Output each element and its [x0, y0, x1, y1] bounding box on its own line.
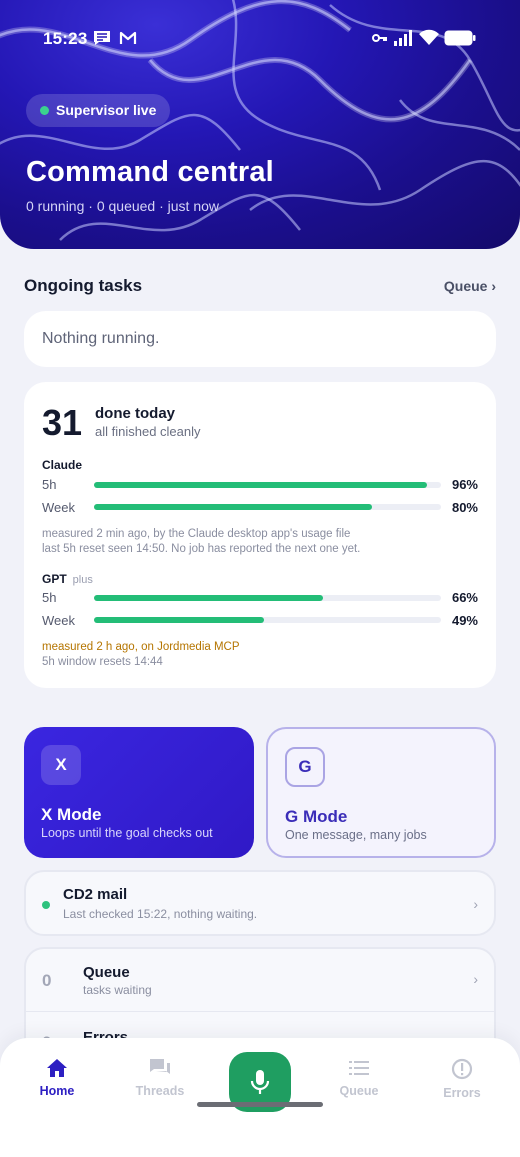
live-dot: [40, 106, 49, 115]
claude-5h-percent: 96%: [451, 477, 478, 492]
claude-week-fill: [94, 504, 372, 510]
nav-errors[interactable]: Errors: [417, 1058, 507, 1100]
g-mode-button[interactable]: G G Mode One message, many jobs: [266, 727, 496, 858]
claude-week-label: Week: [42, 500, 75, 515]
x-mode-button[interactable]: X X Mode Loops until the goal checks out: [24, 727, 254, 858]
gpt-usage-heading: GPT plus: [42, 572, 93, 586]
message-icon: [94, 31, 110, 45]
mail-title: CD2 mail: [63, 886, 128, 903]
gpt-week-bar: [94, 617, 441, 623]
g-mode-subtitle: One message, many jobs: [285, 828, 427, 842]
claude-5h-label: 5h: [42, 477, 57, 492]
divider: [26, 1011, 494, 1012]
nav-errors-label: Errors: [443, 1086, 481, 1100]
gpt-5h-percent: 66%: [451, 590, 478, 605]
gpt-note-line2: 5h window resets 14:44: [42, 656, 163, 668]
done-today-subtitle: all finished cleanly: [95, 424, 201, 439]
hero-header: 15:23 Supervisor live Command central 0 …: [0, 0, 520, 249]
nav-queue-label: Queue: [339, 1084, 379, 1098]
nav-threads-label: Threads: [135, 1084, 185, 1098]
nav-queue[interactable]: Queue: [314, 1058, 404, 1098]
queue-count: 0: [42, 971, 52, 990]
nav-threads[interactable]: Threads: [115, 1058, 205, 1098]
gpt-week-fill: [94, 617, 265, 623]
home-icon: [47, 1059, 67, 1077]
claude-week-percent: 80%: [451, 500, 478, 515]
done-today-label: done today: [95, 405, 176, 422]
gpt-5h-label: 5h: [42, 590, 57, 605]
microphone-icon: [250, 1070, 270, 1094]
queue-row-subtitle: tasks waiting: [83, 983, 152, 997]
claude-note-line2: last 5h reset seen 14:50. No job has rep…: [42, 543, 361, 555]
nav-home[interactable]: Home: [12, 1058, 102, 1098]
chevron-right-icon[interactable]: ›: [473, 971, 478, 987]
gmail-icon: [119, 31, 137, 44]
ongoing-tasks-heading: Ongoing tasks: [24, 276, 143, 295]
x-mode-title: X Mode: [41, 805, 102, 824]
gpt-week-label: Week: [42, 613, 75, 628]
home-indicator: [197, 1102, 323, 1107]
supervisor-status-pill: Supervisor live: [26, 94, 171, 127]
threads-icon: [150, 1059, 170, 1074]
bottom-navigation: Home Threads Queue Errors: [0, 1038, 520, 1157]
ongoing-empty-card: Nothing running.: [24, 311, 496, 367]
status-bar: 15:23: [0, 0, 520, 78]
page-subtitle: 0 running · 0 queued · just now: [26, 198, 220, 214]
g-mode-title: G Mode: [285, 807, 348, 826]
gpt-note-line1: measured 2 h ago, on Jordmedia MCP: [42, 641, 240, 653]
claude-5h-fill: [94, 482, 428, 488]
alert-circle-icon: [451, 1058, 473, 1080]
gpt-5h-bar: [94, 595, 441, 601]
gpt-week-percent: 49%: [451, 613, 478, 628]
battery-icon: [444, 30, 476, 46]
usage-stats-card: 31 done today all finished cleanly Claud…: [24, 382, 496, 688]
wifi-icon: [419, 29, 439, 45]
cd2-mail-row[interactable]: CD2 mail Last checked 15:22, nothing wai…: [24, 870, 496, 936]
queue-link[interactable]: Queue ›: [444, 278, 496, 294]
x-mode-subtitle: Loops until the goal checks out: [41, 826, 213, 840]
claude-usage-heading: Claude: [42, 458, 83, 472]
claude-5h-bar: [94, 482, 441, 488]
ongoing-empty-text: Nothing running.: [42, 330, 160, 347]
vpn-key-icon: [372, 34, 387, 42]
mail-subtitle: Last checked 15:22, nothing waiting.: [63, 907, 258, 921]
gpt-plan-tag: plus: [72, 574, 93, 586]
signal-icon: [394, 30, 412, 46]
list-icon: [349, 1061, 369, 1075]
mail-status-dot: [42, 901, 50, 909]
done-today-count: 31: [42, 402, 83, 443]
g-mode-badge: G: [285, 747, 325, 787]
supervisor-status-label: Supervisor live: [56, 102, 157, 118]
status-time: 15:23: [43, 29, 88, 48]
chevron-right-icon: ›: [473, 896, 478, 912]
gpt-5h-fill: [94, 595, 324, 601]
page-title: Command central: [26, 156, 274, 188]
nav-home-label: Home: [39, 1084, 75, 1098]
claude-note-line1: measured 2 min ago, by the Claude deskto…: [42, 528, 351, 540]
queue-row-title[interactable]: Queue: [83, 964, 130, 981]
x-mode-badge: X: [41, 745, 81, 785]
claude-week-bar: [94, 504, 441, 510]
